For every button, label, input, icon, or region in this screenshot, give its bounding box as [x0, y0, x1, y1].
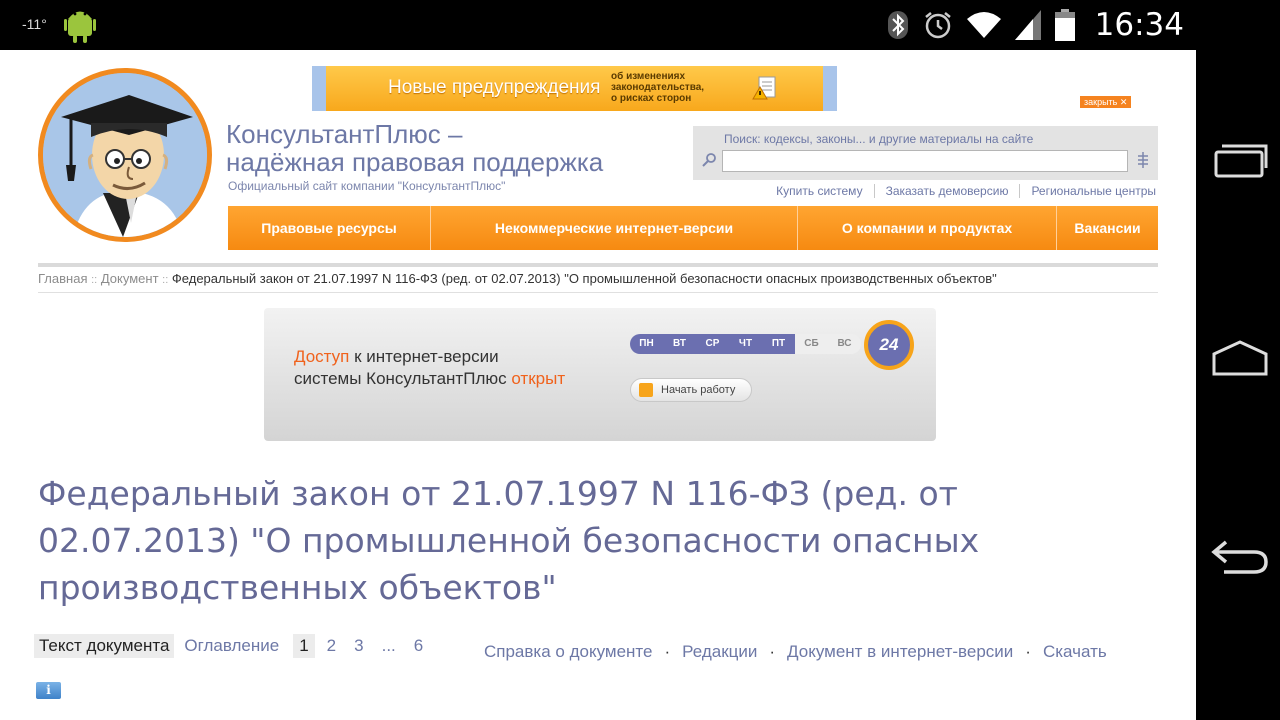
page-ellipsis: ... [381, 636, 396, 655]
bluetooth-icon [887, 11, 908, 39]
menu-item-legal-resources[interactable]: Правовые ресурсы [228, 206, 431, 250]
banner-sub-text: об изменениях законодательства, о рисках… [611, 71, 704, 104]
close-banner-link[interactable]: закрыть ✕ [1080, 96, 1132, 108]
breadcrumb-separator: :: [91, 274, 98, 286]
day-label: ПТ [762, 334, 795, 354]
page-link[interactable]: 2 [321, 634, 342, 658]
buy-system-link[interactable]: Купить систему [765, 184, 873, 198]
promo-word-access: Доступ [294, 347, 350, 366]
tab-document-text[interactable]: Текст документа [34, 634, 175, 658]
revisions-link[interactable]: Редакции [682, 642, 757, 662]
navigation-bar [1196, 50, 1280, 720]
site-logo[interactable] [38, 68, 212, 242]
link-separator: · [769, 642, 776, 661]
start-work-button[interactable]: Начать работу [630, 378, 752, 402]
document-tabs: Текст документа Оглавление 1 2 3 ... 6 [34, 634, 435, 658]
weekdays-strip: ПН ВТ СР ЧТ ПТ СБ ВС [630, 334, 861, 354]
header-links: Купить систему Заказать демоверсию Регио… [745, 184, 1158, 198]
tab-contents[interactable]: Оглавление [174, 634, 293, 658]
search-icon[interactable] [701, 152, 717, 168]
breadcrumb-separator: :: [162, 274, 169, 286]
home-icon[interactable] [1210, 338, 1270, 378]
promo-text-part: системы КонсультантПлюс [294, 369, 512, 388]
search-panel: Поиск: кодексы, законы... и другие матер… [693, 126, 1158, 180]
day-label: ПН [630, 334, 663, 354]
start-icon [639, 383, 653, 397]
info-icon[interactable]: i [36, 682, 61, 699]
day-label: ВТ [663, 334, 696, 354]
signal-icon [1014, 10, 1041, 40]
document-title: Федеральный закон от 21.07.1997 N 116-ФЗ… [38, 474, 980, 607]
document-info-link[interactable]: Справка о документе [484, 642, 652, 662]
alarm-icon [924, 12, 951, 39]
search-label: Поиск: кодексы, законы... и другие матер… [724, 132, 1034, 146]
warnings-banner[interactable]: Новые предупреждения об изменениях закон… [312, 66, 837, 111]
breadcrumb-document[interactable]: Документ [101, 271, 159, 286]
order-demo-link[interactable]: Заказать демоверсию [873, 184, 1020, 198]
banner-main-text: Новые предупреждения [388, 77, 601, 98]
site-title-line: КонсультантПлюс – [226, 119, 463, 149]
start-work-label: Начать работу [661, 384, 736, 396]
regional-centers-link[interactable]: Региональные центры [1019, 184, 1158, 198]
promo-text: Доступ к интернет-версии системы Консуль… [294, 346, 565, 390]
day-label: СР [696, 334, 729, 354]
breadcrumb-home[interactable]: Главная [38, 271, 87, 286]
back-icon[interactable] [1210, 536, 1270, 576]
promo-word-open: открыт [511, 369, 566, 388]
recent-apps-icon[interactable] [1210, 142, 1270, 182]
site-title[interactable]: КонсультантПлюс – надёжная правовая подд… [226, 120, 603, 176]
download-link[interactable]: Скачать [1043, 642, 1107, 662]
day-label: ВС [828, 334, 861, 354]
access-promo-banner[interactable]: Доступ к интернет-версии системы Консуль… [264, 308, 936, 441]
android-icon [64, 11, 96, 43]
professor-logo-icon [43, 73, 207, 237]
document-links: Справка о документе · Редакции · Докумен… [484, 642, 1107, 662]
warning-document-icon [752, 76, 776, 100]
internet-version-link[interactable]: Документ в интернет-версии [787, 642, 1013, 662]
banner-sub-line: о рисках сторон [611, 93, 692, 104]
breadcrumb-current: Федеральный закон от 21.07.1997 N 116-ФЗ… [171, 271, 997, 286]
web-page: Новые предупреждения об изменениях закон… [0, 50, 1196, 720]
banner-sub-line: об изменениях [611, 71, 686, 82]
search-options-icon[interactable] [1136, 151, 1150, 169]
badge-24: 24 [864, 320, 914, 370]
breadcrumb: Главная :: Документ :: Федеральный закон… [38, 271, 1158, 293]
site-title-line: надёжная правовая поддержка [226, 147, 604, 177]
page-link[interactable]: 1 [293, 634, 315, 658]
clock-text: 16:34 [1094, 7, 1184, 43]
search-input[interactable] [722, 150, 1128, 172]
menu-item-vacancies[interactable]: Вакансии [1057, 206, 1158, 250]
promo-text-part: к интернет-версии [349, 347, 499, 366]
temperature-text: -11° [22, 16, 47, 32]
page-link[interactable]: 3 [348, 634, 369, 658]
day-label: СБ [795, 334, 828, 354]
menu-item-noncommercial-versions[interactable]: Некоммерческие интернет-версии [431, 206, 798, 250]
main-menu: Правовые ресурсы Некоммерческие интернет… [228, 206, 1158, 250]
battery-icon [1054, 9, 1075, 41]
wifi-icon [966, 12, 1001, 38]
page-link[interactable]: 6 [408, 634, 429, 658]
link-separator: · [664, 642, 671, 661]
status-bar: -11° 16:34 [0, 0, 1280, 50]
menu-item-about-company[interactable]: О компании и продуктах [798, 206, 1057, 250]
link-separator: · [1025, 642, 1031, 661]
divider [38, 263, 1158, 267]
banner-sub-line: законодательства, [611, 82, 705, 93]
site-subtitle: Официальный сайт компании "КонсультантПл… [228, 179, 506, 193]
day-label: ЧТ [729, 334, 762, 354]
